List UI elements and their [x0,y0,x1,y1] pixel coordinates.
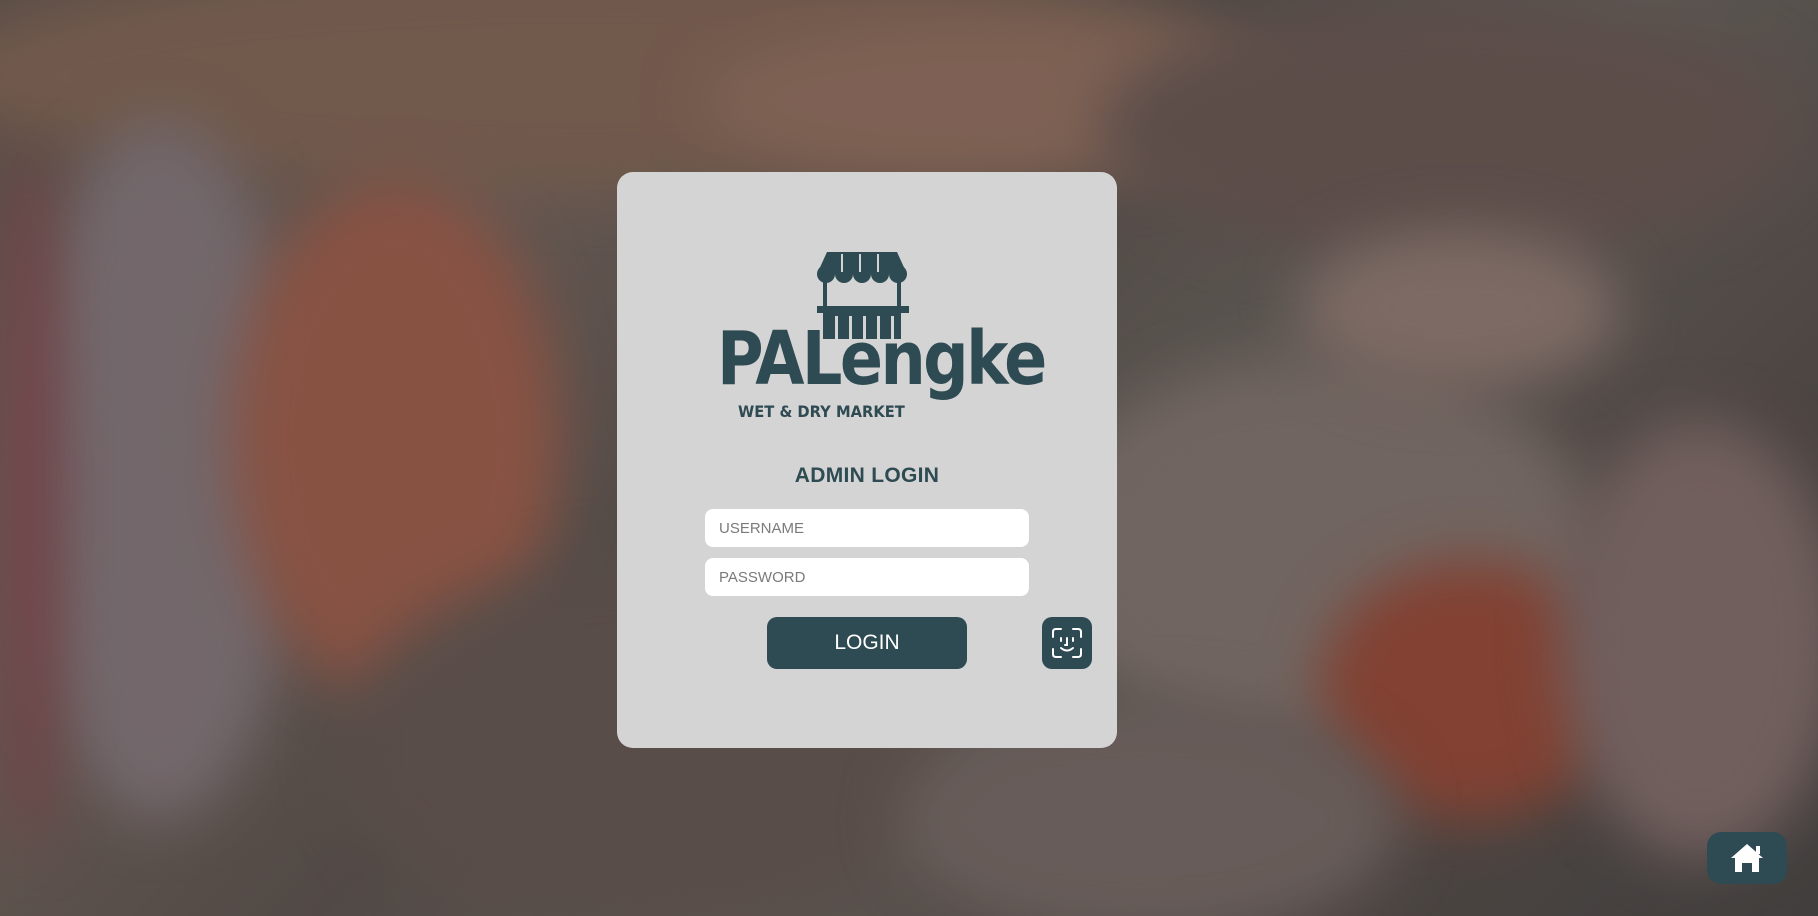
brand-tagline: WET & DRY MARKET [738,402,905,421]
login-card: PALengke WET & DRY MARKET ADMIN LOGIN LO… [617,172,1117,748]
login-button[interactable]: LOGIN [767,617,967,669]
face-id-icon [1042,617,1092,669]
face-login-button[interactable] [1042,617,1092,669]
home-icon [1707,832,1787,884]
password-input[interactable] [705,558,1029,596]
page-title: ADMIN LOGIN [794,464,940,487]
home-button[interactable] [1707,832,1787,884]
username-input[interactable] [705,509,1029,547]
brand-name: PALengke [717,316,1047,402]
